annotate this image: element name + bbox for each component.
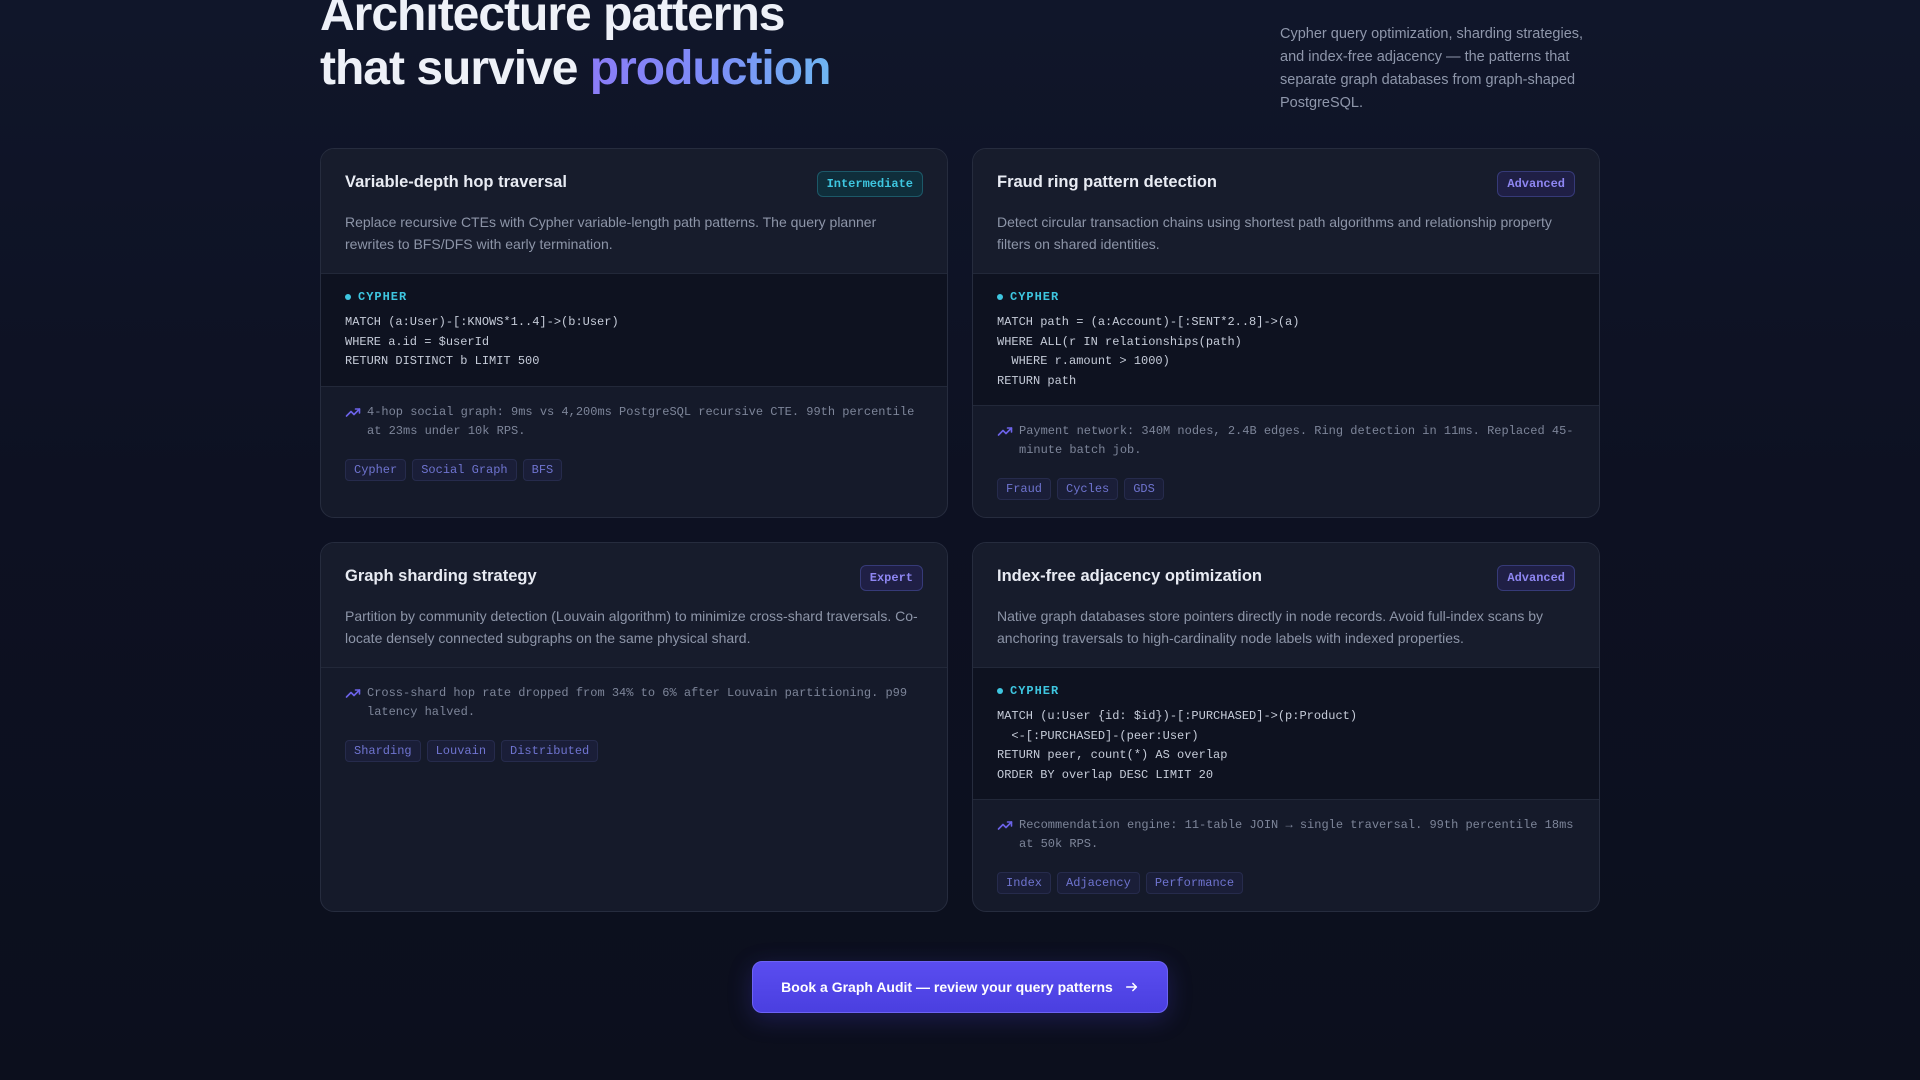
code-block: CYPHER MATCH (u:User {id: $id})-[:PURCHAS… — [973, 668, 1599, 800]
card-header-row: Graph sharding strategy Expert — [345, 565, 923, 591]
tag-chip[interactable]: Cycles — [1057, 478, 1119, 500]
tag-chip[interactable]: BFS — [522, 458, 563, 481]
card-header-row: Variable-depth hop traversal Intermediate — [345, 171, 923, 197]
code-line: <-[:PURCHASED]-(peer:User) — [997, 728, 1199, 743]
code-language-text: CYPHER — [1010, 290, 1060, 304]
hero-section: Architecture patterns that survive produ… — [320, 0, 1600, 111]
code-line: RETURN peer, count(*) AS overlap — [997, 748, 1228, 762]
code-line: RETURN path — [997, 373, 1077, 388]
tag-list: Sharding Louvain Distributed — [345, 740, 923, 762]
level-badge: Advanced — [1497, 565, 1575, 591]
title-line-2-prefix: that survive — [320, 42, 590, 95]
pattern-card: Variable-depth hop traversal Intermediate… — [320, 148, 948, 518]
card-title: Graph sharding strategy — [345, 567, 537, 585]
pattern-card: Index-free adjacency optimization Advance… — [972, 542, 1600, 912]
code-language-label: CYPHER — [997, 290, 1575, 304]
card-title: Index-free adjacency optimization — [997, 567, 1262, 585]
code-line: WHERE r.amount > 1000) — [997, 354, 1170, 368]
title-highlight: production — [589, 42, 832, 95]
trending-up-icon — [345, 407, 361, 417]
tag-chip[interactable]: Social Graph — [412, 458, 517, 481]
code-line: MATCH (a:User)-[:KNOWS*1..4]->(b:User) — [345, 315, 619, 329]
tag-list: Index Adjacency Performance — [997, 872, 1575, 894]
book-audit-label: Book a Graph Audit — review your query p… — [781, 979, 1113, 995]
tag-chip[interactable]: Cypher — [345, 458, 407, 481]
card-title: Variable-depth hop traversal — [345, 173, 567, 191]
language-dot-icon — [345, 294, 351, 300]
code-line: ORDER BY overlap DESC LIMIT 20 — [997, 767, 1214, 782]
code-language-label: CYPHER — [345, 290, 923, 304]
pattern-card-grid: Variable-depth hop traversal Intermediate… — [320, 148, 1600, 912]
language-dot-icon — [997, 688, 1003, 694]
code-line: WHERE ALL(r IN relationships(path) — [997, 334, 1242, 349]
code-line: WHERE a.id = $userId — [345, 334, 490, 349]
card-footer: Recommendation engine: 11-table JOIN → s… — [973, 800, 1599, 911]
metric-row: 4-hop social graph: 9ms vs 4,200ms Postg… — [345, 403, 923, 441]
card-description: Replace recursive CTEs with Cypher varia… — [345, 214, 877, 252]
metric-text: 4-hop social graph: 9ms vs 4,200ms Postg… — [367, 404, 915, 438]
metric-text: Recommendation engine: 11-table JOIN → s… — [1019, 818, 1574, 851]
code-block: CYPHER MATCH (a:User)-[:KNOWS*1..4]->(b:U… — [321, 274, 947, 387]
card-header-row: Index-free adjacency optimization Advance… — [997, 565, 1575, 591]
code-line: RETURN DISTINCT b LIMIT 500 — [345, 354, 540, 368]
language-dot-icon — [997, 294, 1003, 300]
metric-text: Payment network: 340M nodes, 2.4B edges.… — [1019, 424, 1574, 457]
card-description: Detect circular transaction chains using… — [997, 214, 1552, 252]
code-language-label: CYPHER — [997, 684, 1575, 698]
tag-chip[interactable]: Fraud — [997, 478, 1052, 500]
card-footer: 4-hop social graph: 9ms vs 4,200ms Postg… — [321, 387, 947, 518]
card-footer: Payment network: 340M nodes, 2.4B edges.… — [973, 406, 1599, 517]
metric-row: Payment network: 340M nodes, 2.4B edges.… — [997, 422, 1575, 460]
code-language-text: CYPHER — [358, 290, 408, 304]
tag-chip[interactable]: Sharding — [345, 740, 421, 762]
pattern-card: Graph sharding strategy Expert Partition b… — [320, 542, 948, 912]
code-language-text: CYPHER — [1010, 684, 1060, 698]
card-description: Partition by community detection (Louvai… — [345, 608, 918, 646]
hero-description: Cypher query optimization, sharding stra… — [1280, 26, 1584, 111]
code-block: CYPHER MATCH path = (a:Account)-[:SENT*2.… — [973, 274, 1599, 406]
metric-text: Cross-shard hop rate dropped from 34% to… — [367, 686, 908, 719]
card-header: Index-free adjacency optimization Advance… — [973, 543, 1599, 668]
code-line: MATCH (u:User {id: $id})-[:PURCHASED]->(… — [997, 709, 1358, 723]
tag-chip[interactable]: GDS — [1124, 478, 1164, 500]
card-header: Fraud ring pattern detection Advanced Dete… — [973, 149, 1599, 274]
card-header: Variable-depth hop traversal Intermediate… — [321, 149, 947, 274]
card-header: Graph sharding strategy Expert Partition b… — [321, 543, 947, 668]
tag-chip[interactable]: Performance — [1145, 872, 1244, 894]
metric-row: Recommendation engine: 11-table JOIN → s… — [997, 816, 1575, 854]
pattern-card: Fraud ring pattern detection Advanced Dete… — [972, 148, 1600, 518]
level-badge: Advanced — [1497, 171, 1575, 197]
trending-up-icon — [997, 821, 1013, 830]
tag-chip[interactable]: Index — [997, 872, 1052, 894]
arrow-right-icon — [1125, 982, 1137, 992]
book-audit-button[interactable]: Book a Graph Audit — review your query p… — [752, 961, 1168, 1013]
tag-chip[interactable]: Louvain — [426, 740, 496, 762]
tag-list: Cypher Social Graph BFS — [345, 458, 923, 481]
metric-row: Cross-shard hop rate dropped from 34% to… — [345, 684, 923, 722]
card-footer: Cross-shard hop rate dropped from 34% to… — [321, 668, 947, 911]
card-header-row: Fraud ring pattern detection Advanced — [997, 171, 1575, 197]
card-description: Native graph databases store pointers di… — [997, 608, 1544, 646]
code-line: MATCH path = (a:Account)-[:SENT*2..8]->(… — [997, 315, 1300, 329]
tag-chip[interactable]: Adjacency — [1057, 872, 1140, 894]
trending-up-icon — [997, 427, 1013, 436]
level-badge: Intermediate — [816, 171, 923, 197]
trending-up-icon — [345, 689, 361, 698]
tag-list: Fraud Cycles GDS — [997, 478, 1575, 500]
cta-container: Book a Graph Audit — review your query p… — [0, 961, 1920, 1013]
card-title: Fraud ring pattern detection — [997, 173, 1218, 191]
tag-chip[interactable]: Distributed — [501, 740, 599, 762]
level-badge: Expert — [859, 565, 923, 591]
